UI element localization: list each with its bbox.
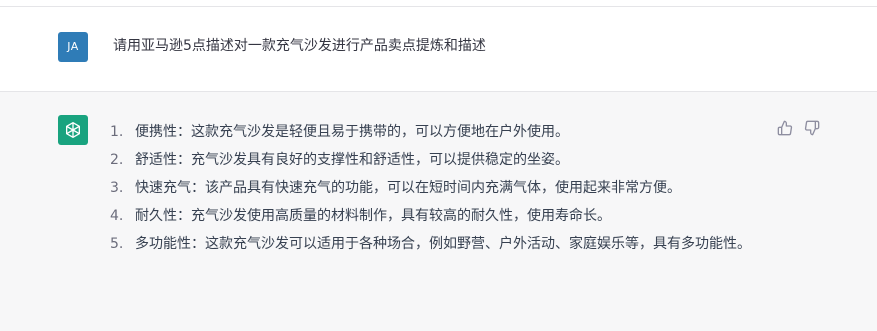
user-avatar: JA (58, 32, 88, 62)
list-item-text: 耐久性：充气沙发使用高质量的材料制作，具有较高的耐久性，使用寿命长。 (135, 208, 611, 224)
list-item: 5. 多功能性：这款充气沙发可以适用于各种场合，例如野营、户外活动、家庭娱乐等，… (110, 230, 770, 258)
thumbs-up-button[interactable] (777, 120, 793, 136)
thumbs-down-button[interactable] (804, 120, 820, 136)
user-message-row: JA 请用亚马逊5点描述对一款充气沙发进行产品卖点提炼和描述 (0, 7, 877, 92)
list-item: 1. 便携性：这款充气沙发是轻便且易于携带的，可以方便地在户外使用。 (110, 118, 770, 146)
list-item-number: 4. (110, 208, 124, 224)
list-item: 3. 快速充气：该产品具有快速充气的功能，可以在短时间内充满气体，使用起来非常方… (110, 174, 770, 202)
list-item-number: 1. (110, 124, 124, 140)
list-item-number: 5. (110, 236, 124, 252)
assistant-message-row: 1. 便携性：这款充气沙发是轻便且易于携带的，可以方便地在户外使用。 2. 舒适… (0, 92, 877, 331)
thumbs-down-icon (804, 120, 820, 136)
assistant-avatar (58, 115, 88, 145)
answer-list: 1. 便携性：这款充气沙发是轻便且易于携带的，可以方便地在户外使用。 2. 舒适… (110, 118, 770, 258)
list-item: 2. 舒适性：充气沙发具有良好的支撑性和舒适性，可以提供稳定的坐姿。 (110, 146, 770, 174)
user-message-text: 请用亚马逊5点描述对一款充气沙发进行产品卖点提炼和描述 (113, 38, 486, 54)
thumbs-up-icon (777, 120, 793, 136)
list-item: 4. 耐久性：充气沙发使用高质量的材料制作，具有较高的耐久性，使用寿命长。 (110, 202, 770, 230)
list-item-text: 多功能性：这款充气沙发可以适用于各种场合，例如野营、户外活动、家庭娱乐等，具有多… (135, 236, 751, 252)
openai-logo-icon (66, 122, 81, 138)
list-item-text: 舒适性：充气沙发具有良好的支撑性和舒适性，可以提供稳定的坐姿。 (135, 152, 569, 168)
list-item-number: 2. (110, 152, 124, 168)
list-item-text: 便携性：这款充气沙发是轻便且易于携带的，可以方便地在户外使用。 (135, 124, 569, 140)
top-divider (0, 0, 877, 7)
list-item-number: 3. (110, 180, 124, 196)
list-item-text: 快速充气：该产品具有快速充气的功能，可以在短时间内充满气体，使用起来非常方便。 (135, 180, 681, 196)
